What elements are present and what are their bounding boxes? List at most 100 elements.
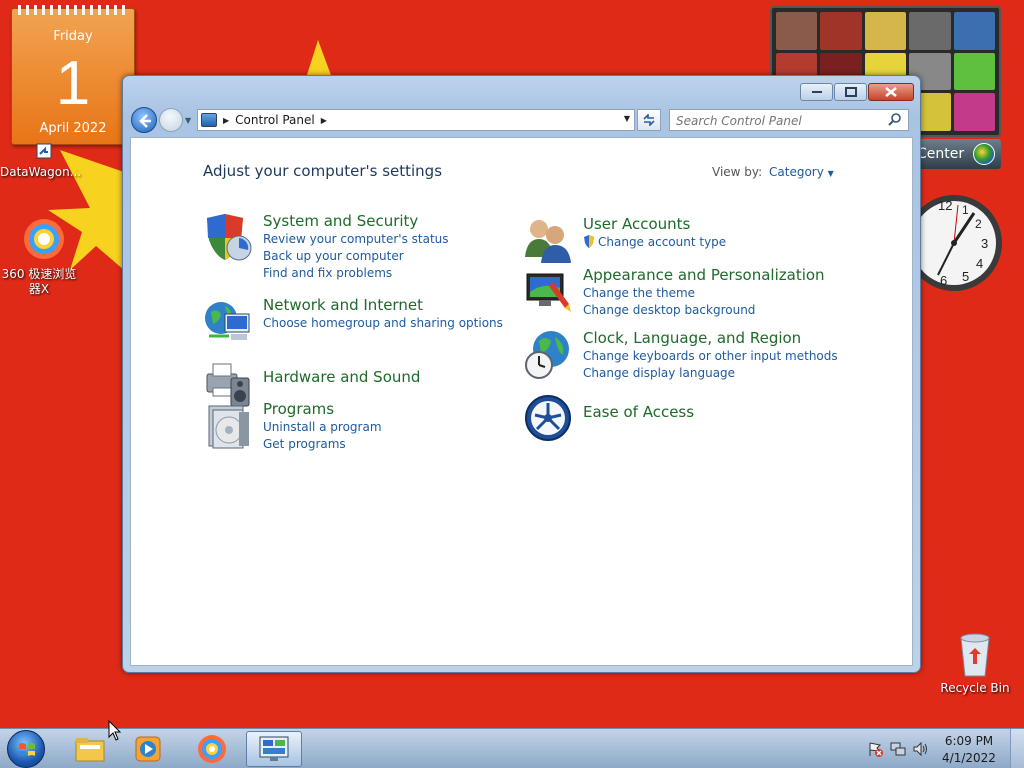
category-link[interactable]: Change desktop background <box>583 302 825 319</box>
shortcut-arrow-icon <box>36 143 52 159</box>
category-link[interactable]: Find and fix problems <box>263 265 449 282</box>
address-dropdown-icon[interactable]: ▼ <box>624 114 630 123</box>
calendar-day-name: Friday <box>53 29 93 44</box>
network-globe-icon[interactable] <box>203 296 253 346</box>
refresh-icon <box>643 114 655 126</box>
category-title[interactable]: System and Security <box>263 212 449 231</box>
category-link[interactable]: Change display language <box>583 365 838 382</box>
desktop-icon-datawagon[interactable]: DataWagon... <box>0 140 81 180</box>
category-link[interactable]: Get programs <box>263 436 382 453</box>
maximize-button[interactable] <box>834 83 867 101</box>
recent-pages-dropdown[interactable]: ▼ <box>185 116 195 125</box>
search-input[interactable] <box>670 111 880 131</box>
refresh-button[interactable] <box>637 109 661 131</box>
category-title[interactable]: Clock, Language, and Region <box>583 329 838 348</box>
breadcrumb-control-panel[interactable]: Control Panel <box>235 113 315 127</box>
taskbar-360-browser[interactable] <box>184 731 240 767</box>
svg-text:12: 12 <box>938 198 952 213</box>
media-tile <box>864 12 907 50</box>
svg-text:1: 1 <box>962 203 969 217</box>
category-link[interactable]: Change account type <box>583 234 726 251</box>
recycle-bin-icon <box>960 633 990 677</box>
users-icon[interactable] <box>523 215 573 265</box>
category-title[interactable]: User Accounts <box>583 215 726 234</box>
calendar-month-year: April 2022 <box>39 121 107 136</box>
category-link[interactable]: Uninstall a program <box>263 419 382 436</box>
category-clock-language-region: Clock, Language, and Region Change keybo… <box>523 329 838 382</box>
network-icon[interactable] <box>890 741 906 757</box>
category-title[interactable]: Network and Internet <box>263 296 503 315</box>
taskbar-clock-time[interactable]: 6:09 PM <box>934 734 1004 748</box>
view-by-dropdown[interactable]: Category ▼ <box>769 165 834 179</box>
search-box[interactable] <box>669 109 909 131</box>
svg-text:4: 4 <box>976 256 983 271</box>
desktop-icon-label: 360 极速浏览器X <box>1 267 77 296</box>
programs-disc-icon[interactable] <box>203 400 253 450</box>
media-center-label-text: Center <box>917 146 965 162</box>
control-panel-icon <box>259 736 289 761</box>
globe-clock-icon[interactable] <box>523 329 573 379</box>
category-link[interactable]: Review your computer's status <box>263 231 449 248</box>
breadcrumb-arrow-icon[interactable]: ▶ <box>321 116 327 125</box>
taskbar-media-player[interactable] <box>120 731 176 767</box>
category-link[interactable]: Back up your computer <box>263 248 449 265</box>
category-title[interactable]: Appearance and Personalization <box>583 266 825 285</box>
calendar-gadget[interactable]: Friday 1 April 2022 <box>11 5 135 145</box>
windows-logo-icon <box>19 743 35 756</box>
category-title[interactable]: Hardware and Sound <box>263 368 420 387</box>
back-button[interactable] <box>131 107 157 133</box>
forward-button[interactable] <box>159 108 183 132</box>
category-link[interactable]: Change keyboards or other input methods <box>583 348 838 365</box>
category-link[interactable]: Change the theme <box>583 285 825 302</box>
media-tile <box>776 12 818 50</box>
category-system-security: System and Security Review your computer… <box>203 212 449 282</box>
svg-text:3: 3 <box>981 236 988 251</box>
media-player-icon <box>135 736 161 762</box>
media-tile <box>953 93 995 131</box>
system-tray: 6:09 PM 4/1/2022 <box>864 729 1024 768</box>
calendar-rings <box>18 5 130 15</box>
desktop-icon-360-browser[interactable]: 360 极速浏览器X <box>0 214 78 297</box>
start-button[interactable] <box>7 730 45 768</box>
folder-icon <box>75 738 105 762</box>
minimize-button[interactable] <box>800 83 833 101</box>
restore-icon <box>844 87 857 97</box>
navigation-bar: ▼ ▶ Control Panel ▶ ▼ <box>131 107 914 133</box>
ease-of-access-icon[interactable] <box>523 393 573 443</box>
category-title[interactable]: Programs <box>263 400 382 419</box>
taskbar-control-panel[interactable] <box>246 731 302 767</box>
control-panel-content: Adjust your computer's settings View by:… <box>130 137 913 666</box>
category-appearance: Appearance and Personalization Change th… <box>523 266 825 319</box>
360-browser-icon <box>198 735 226 763</box>
minimize-icon <box>811 91 822 93</box>
category-title[interactable]: Ease of Access <box>583 403 694 422</box>
chevron-down-icon: ▼ <box>827 169 834 178</box>
security-shield-icon[interactable] <box>203 212 253 262</box>
control-panel-window[interactable]: ▼ ▶ Control Panel ▶ ▼ Adjust your comput… <box>122 75 921 673</box>
category-programs: Programs Uninstall a program Get program… <box>203 400 382 453</box>
back-arrow-icon <box>139 114 151 128</box>
media-tile <box>820 12 862 50</box>
close-icon <box>885 87 897 97</box>
search-icon[interactable] <box>888 113 902 127</box>
close-button[interactable] <box>868 83 914 101</box>
category-link[interactable]: Choose homegroup and sharing options <box>263 315 503 332</box>
monitor-paint-icon[interactable] <box>523 266 573 316</box>
desktop-icon-label: Recycle Bin <box>940 681 1010 695</box>
mouse-cursor-icon <box>108 720 122 741</box>
category-user-accounts: User Accounts Change account type <box>523 215 726 265</box>
category-network-internet: Network and Internet Choose homegroup an… <box>203 296 503 346</box>
window-controls <box>800 83 914 101</box>
action-center-flag-icon[interactable] <box>868 741 884 757</box>
category-link-text: Change account type <box>598 235 727 249</box>
address-bar[interactable]: ▶ Control Panel ▶ ▼ <box>197 109 635 131</box>
show-desktop-button[interactable] <box>1010 729 1024 768</box>
calendar-day-number: 1 <box>55 49 91 118</box>
desktop-icon-recycle-bin[interactable]: Recycle Bin <box>936 630 1014 696</box>
volume-icon[interactable] <box>912 741 928 757</box>
media-tile <box>909 12 951 50</box>
view-by-value: Category <box>769 165 824 179</box>
taskbar-clock-date[interactable]: 4/1/2022 <box>934 751 1004 765</box>
control-panel-icon <box>201 113 217 127</box>
breadcrumb-arrow-icon[interactable]: ▶ <box>223 116 229 125</box>
